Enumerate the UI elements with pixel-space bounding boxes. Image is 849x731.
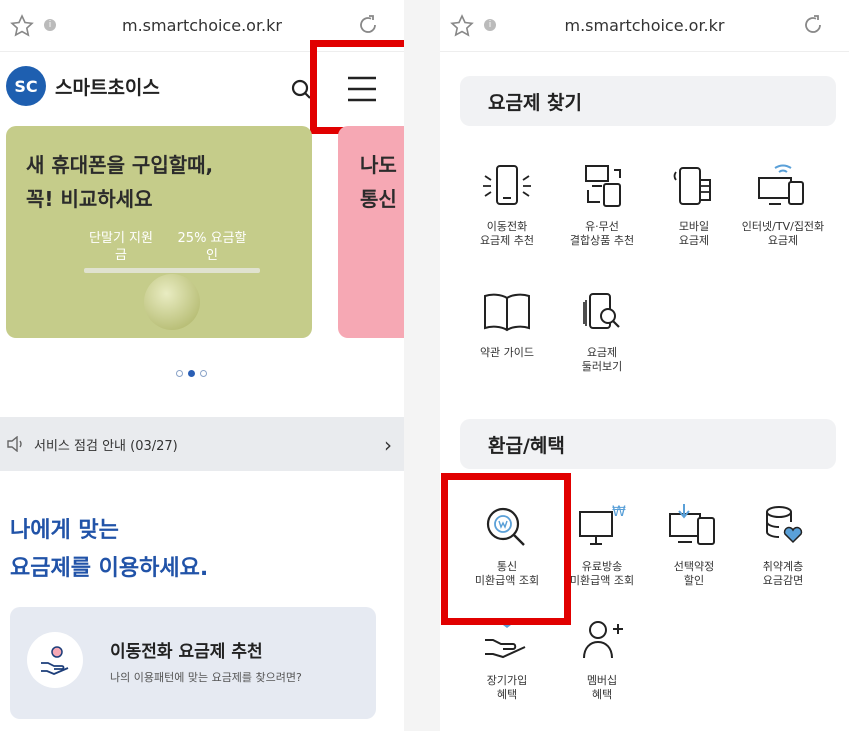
- banner-label-subsidy: 단말기 지원금: [89, 231, 153, 263]
- notice-bar[interactable]: 서비스 점검 안내 (03/27) ›: [0, 417, 404, 471]
- banner-label-discount: 25% 요금할인: [177, 231, 247, 263]
- star-icon[interactable]: [450, 14, 474, 38]
- url-text: m.smartchoice.or.kr: [564, 16, 725, 35]
- reload-icon[interactable]: [801, 13, 825, 37]
- tagline: 나에게 맞는 요금제를 이용하세요.: [10, 518, 209, 581]
- chevron-right-icon[interactable]: ›: [384, 433, 392, 457]
- info-icon[interactable]: i: [44, 19, 56, 31]
- left-screen: i m.smartchoice.or.kr SC 스마트초이스 새 휴대폰을 구…: [0, 0, 404, 731]
- notice-text: 서비스 점검 안내 (03/27): [34, 438, 178, 454]
- item-label: 취약계층 요금감면: [762, 560, 804, 587]
- panel-divider: [404, 0, 440, 731]
- site-logo[interactable]: SC 스마트초이스: [6, 66, 160, 106]
- menu-welfare-discount[interactable]: 취약계층 요금감면: [737, 498, 829, 588]
- promo-banner-next[interactable]: 나도 통신: [338, 126, 404, 338]
- item-label: 이동전화 요금제 추천: [479, 220, 535, 247]
- menu-mobile-rate[interactable]: 모바일 요금제: [648, 158, 740, 248]
- url-text: m.smartchoice.or.kr: [122, 16, 282, 35]
- scale-bar: [84, 268, 260, 273]
- banner2-title: 나도 통신: [360, 153, 397, 211]
- star-icon[interactable]: [10, 14, 34, 38]
- devices-combo-icon: [585, 165, 621, 207]
- menu-internet-tv-plan[interactable]: 인터넷/TV/집전화 요금제: [737, 158, 829, 248]
- book-icon: [484, 293, 530, 332]
- menu-mobile-plan[interactable]: 이동전화 요금제 추천: [461, 158, 553, 248]
- plan-search-icon: [583, 293, 620, 329]
- carousel-dot[interactable]: [176, 370, 183, 377]
- menu-long-term-benefit[interactable]: 장기가입 혜택: [461, 612, 553, 702]
- section-refund-benefit: 환급/혜택: [460, 419, 836, 469]
- carousel-dot-active[interactable]: [188, 370, 195, 377]
- pay-tv-refund-icon: ₩: [579, 504, 626, 545]
- mobile-coin-icon: [673, 167, 711, 205]
- reload-icon[interactable]: [356, 13, 380, 37]
- menu-plan-browse[interactable]: 요금제 둘러보기: [556, 284, 648, 374]
- item-label: 장기가입 혜택: [486, 674, 528, 701]
- welfare-discount-icon: [766, 506, 803, 544]
- scale-ball: [144, 274, 200, 330]
- svg-text:₩: ₩: [612, 504, 626, 520]
- internet-tv-icon: [758, 164, 804, 205]
- banner-title: 새 휴대폰을 구입할때, 꼭! 비교하세요: [26, 153, 214, 211]
- menu-combo-plan[interactable]: 유·무선 결합상품 추천: [556, 158, 648, 248]
- logo-mark: SC: [6, 66, 46, 106]
- menu-membership-benefit[interactable]: 멤버십 혜택: [556, 612, 648, 702]
- phone-signal-icon: [483, 165, 531, 205]
- menu-terms-guide[interactable]: 약관 가이드: [461, 284, 553, 360]
- item-label: 멤버십 혜택: [586, 674, 618, 701]
- hamburger-menu-icon[interactable]: [346, 75, 378, 103]
- section-plan-finder: 요금제 찾기: [460, 76, 836, 126]
- refund-highlight-box: [441, 473, 571, 625]
- carousel-dot[interactable]: [200, 370, 207, 377]
- hand-coin-icon: [27, 632, 83, 688]
- contract-discount-icon: [669, 504, 715, 545]
- membership-icon: [583, 621, 623, 659]
- card-subtitle: 나의 이용패턴에 맞는 요금제를 찾으려면?: [110, 671, 302, 684]
- promo-banner[interactable]: 새 휴대폰을 구입할때, 꼭! 비교하세요 단말기 지원금 25% 요금할인: [6, 126, 312, 338]
- carousel-dots[interactable]: [176, 370, 207, 377]
- address-bar[interactable]: i m.smartchoice.or.kr: [440, 0, 849, 52]
- item-label: 유·무선 결합상품 추천: [569, 220, 635, 247]
- item-label: 인터넷/TV/집전화 요금제: [741, 220, 825, 247]
- item-label: 약관 가이드: [479, 346, 535, 359]
- menu-contract-discount[interactable]: 선택약정 할인: [648, 498, 740, 588]
- logo-text: 스마트초이스: [55, 76, 160, 99]
- item-label: 모바일 요금제: [678, 220, 710, 247]
- item-label: 선택약정 할인: [673, 560, 715, 587]
- plan-recommend-card[interactable]: 이동전화 요금제 추천 나의 이용패턴에 맞는 요금제를 찾으려면?: [10, 607, 376, 719]
- speaker-icon: [7, 436, 22, 452]
- right-screen: i m.smartchoice.or.kr 요금제 찾기 이동전화 요금제 추천…: [440, 0, 849, 731]
- item-label: 요금제 둘러보기: [581, 346, 623, 373]
- info-icon[interactable]: i: [484, 19, 496, 31]
- card-title: 이동전화 요금제 추천: [110, 642, 263, 662]
